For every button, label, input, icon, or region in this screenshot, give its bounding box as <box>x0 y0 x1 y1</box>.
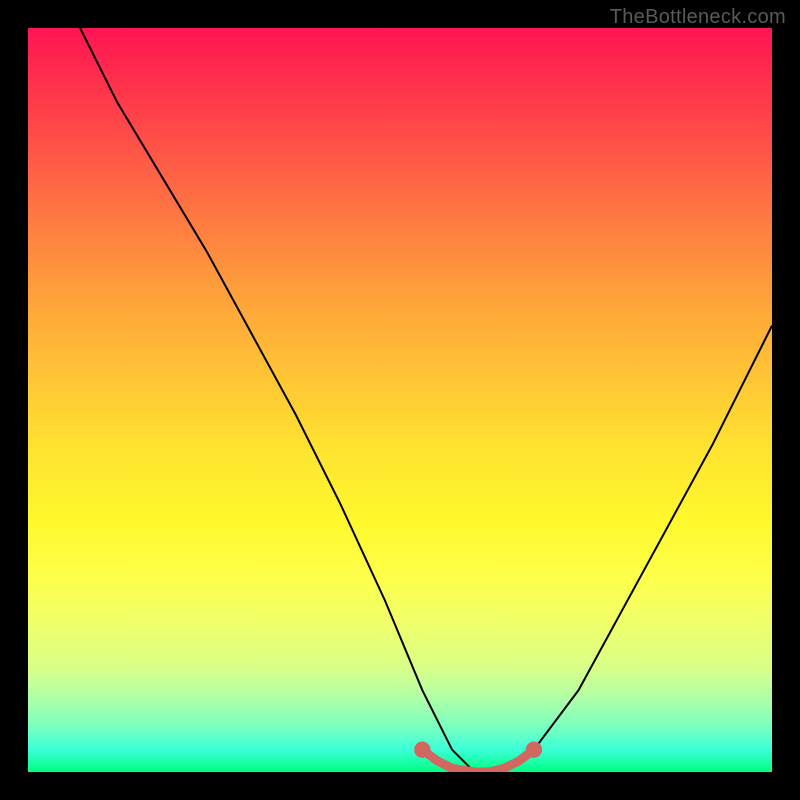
chart-plot-area <box>28 28 772 772</box>
dip-highlight-line <box>422 750 534 772</box>
dip-dot <box>414 741 430 757</box>
chart-svg <box>28 28 772 772</box>
bottleneck-curve-line <box>80 28 772 772</box>
watermark-text: TheBottleneck.com <box>610 6 786 29</box>
dip-dot <box>526 741 542 757</box>
